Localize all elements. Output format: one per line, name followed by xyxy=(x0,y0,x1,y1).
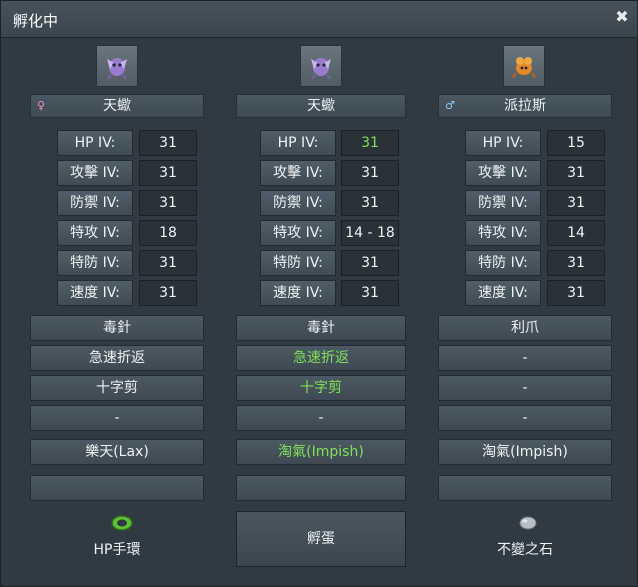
pokemon-name-bar-egg: 天蠍 xyxy=(236,94,406,118)
move-slot-3: 十字剪 xyxy=(30,375,204,401)
move-slot-1: 利爪 xyxy=(438,315,612,341)
pokemon-icon-slot-2[interactable] xyxy=(503,45,545,87)
move-slot-1: 毒針 xyxy=(30,315,204,341)
iv-label-attack: 攻擊 IV: xyxy=(260,160,336,186)
iv-value-hp: 15 xyxy=(547,130,605,156)
nature-bar: 樂天(Lax) xyxy=(30,439,204,465)
iv-label-sp-attack: 特攻 IV: xyxy=(465,220,541,246)
iv-value-sp-defense: 31 xyxy=(547,250,605,276)
nature-bar: 淘氣(Impish) xyxy=(438,439,612,465)
move-slot-4: - xyxy=(236,405,406,431)
iv-label-speed: 速度 IV: xyxy=(260,280,336,306)
iv-value-attack: 31 xyxy=(341,160,399,186)
iv-value-hp: 31 xyxy=(139,130,197,156)
iv-label-defense: 防禦 IV: xyxy=(57,190,133,216)
iv-label-attack: 攻擊 IV: xyxy=(57,160,133,186)
title-bar: 孵化中 ✖ xyxy=(1,1,637,38)
iv-label-hp: HP IV: xyxy=(465,130,541,156)
iv-value-sp-attack: 14 xyxy=(547,220,605,246)
daycare-window: 孵化中 ✖ ♀ 天蠍 HP IV: 31 攻擊 IV: 31 防禦 IV: 31… xyxy=(0,0,638,587)
ability-bar xyxy=(236,475,406,501)
iv-value-defense: 31 xyxy=(341,190,399,216)
pokemon-name-bar-1: ♀ 天蠍 xyxy=(30,94,204,118)
pokemon-name: 派拉斯 xyxy=(504,98,546,114)
iv-value-speed: 31 xyxy=(341,280,399,306)
move-slot-2: 急速折返 xyxy=(30,345,204,371)
purple-insect-pokemon-icon xyxy=(311,58,331,80)
male-gender-icon: ♂ xyxy=(445,99,455,112)
move-slot-3: 十字剪 xyxy=(236,375,406,401)
iv-value-sp-defense: 31 xyxy=(139,250,197,276)
pokemon-icon-slot-1[interactable] xyxy=(96,45,138,87)
green-bracer-icon xyxy=(111,515,133,531)
iv-value-defense: 31 xyxy=(547,190,605,216)
pokemon-icon-slot-egg[interactable] xyxy=(300,45,342,87)
orange-crab-pokemon-icon xyxy=(512,57,536,79)
iv-value-sp-attack: 18 xyxy=(139,220,197,246)
close-icon[interactable]: ✖ xyxy=(613,8,631,26)
iv-label-sp-attack: 特攻 IV: xyxy=(57,220,133,246)
pokemon-name-bar-2: ♂ 派拉斯 xyxy=(438,94,612,118)
move-slot-4: - xyxy=(438,405,612,431)
iv-label-hp: HP IV: xyxy=(260,130,336,156)
iv-label-sp-attack: 特攻 IV: xyxy=(260,220,336,246)
ability-bar xyxy=(30,475,204,501)
iv-label-sp-defense: 特防 IV: xyxy=(260,250,336,276)
iv-label-defense: 防禦 IV: xyxy=(465,190,541,216)
gray-everstone-icon xyxy=(519,516,537,530)
move-slot-4: - xyxy=(30,405,204,431)
iv-value-sp-attack: 14 - 18 xyxy=(341,220,399,246)
iv-value-attack: 31 xyxy=(139,160,197,186)
held-item-label-2: 不變之石 xyxy=(497,542,553,558)
ability-bar xyxy=(438,475,612,501)
purple-insect-pokemon-icon xyxy=(107,58,127,80)
iv-label-speed: 速度 IV: xyxy=(465,280,541,306)
iv-label-defense: 防禦 IV: xyxy=(260,190,336,216)
female-gender-icon: ♀ xyxy=(37,99,46,112)
pokemon-name: 天蠍 xyxy=(307,98,335,114)
move-slot-2: - xyxy=(438,345,612,371)
iv-label-sp-defense: 特防 IV: xyxy=(57,250,133,276)
iv-value-sp-defense: 31 xyxy=(341,250,399,276)
pokemon-name: 天蠍 xyxy=(103,98,131,114)
iv-label-attack: 攻擊 IV: xyxy=(465,160,541,186)
window-title: 孵化中 xyxy=(13,12,59,30)
iv-label-sp-defense: 特防 IV: xyxy=(465,250,541,276)
move-slot-3: - xyxy=(438,375,612,401)
iv-value-speed: 31 xyxy=(547,280,605,306)
iv-value-defense: 31 xyxy=(139,190,197,216)
hatch-egg-button[interactable]: 孵蛋 xyxy=(236,511,406,567)
iv-value-attack: 31 xyxy=(547,160,605,186)
iv-label-hp: HP IV: xyxy=(57,130,133,156)
iv-label-speed: 速度 IV: xyxy=(57,280,133,306)
iv-value-hp: 31 xyxy=(341,130,399,156)
nature-bar: 淘氣(Impish) xyxy=(236,439,406,465)
move-slot-2: 急速折返 xyxy=(236,345,406,371)
move-slot-1: 毒針 xyxy=(236,315,406,341)
iv-value-speed: 31 xyxy=(139,280,197,306)
held-item-label-1: HP手環 xyxy=(93,542,141,558)
